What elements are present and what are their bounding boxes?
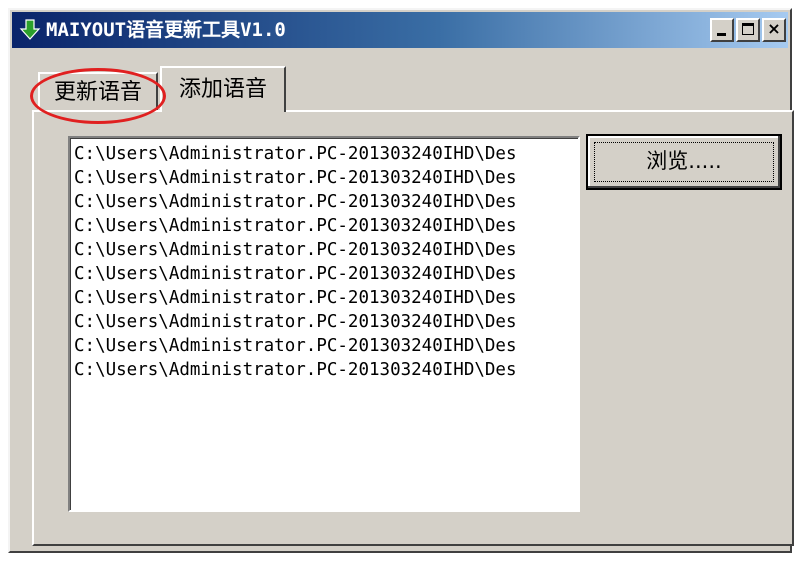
maximize-button[interactable] [736, 18, 760, 42]
tab-add-voice-label: 添加语音 [178, 77, 267, 102]
close-icon: × [767, 19, 781, 38]
tab-panel-add-voice: C:\Users\Administrator.PC-201303240IHD\D… [32, 110, 794, 546]
list-item[interactable]: C:\Users\Administrator.PC-201303240IHD\D… [74, 286, 578, 310]
list-item[interactable]: C:\Users\Administrator.PC-201303240IHD\D… [74, 214, 578, 238]
tab-update-voice-label: 更新语音 [53, 80, 142, 105]
close-button[interactable]: × [762, 18, 786, 42]
list-item[interactable]: C:\Users\Administrator.PC-201303240IHD\D… [74, 334, 578, 358]
minimize-icon [717, 33, 726, 36]
list-item[interactable]: C:\Users\Administrator.PC-201303240IHD\D… [74, 262, 578, 286]
list-item[interactable]: C:\Users\Administrator.PC-201303240IHD\D… [74, 358, 578, 382]
minimize-button[interactable] [710, 18, 734, 42]
list-item[interactable]: C:\Users\Administrator.PC-201303240IHD\D… [74, 142, 578, 166]
maximize-icon [742, 23, 754, 35]
app-window: MAIYOUT语音更新工具V1.0 × 更新语音 添加语音 C:\Users\A… [8, 8, 794, 553]
title-bar[interactable]: MAIYOUT语音更新工具V1.0 × [12, 12, 788, 48]
download-arrow-icon [19, 19, 41, 40]
browse-button[interactable]: 浏览..... [586, 134, 782, 190]
tab-add-voice[interactable]: 添加语音 [160, 66, 286, 112]
list-item[interactable]: C:\Users\Administrator.PC-201303240IHD\D… [74, 238, 578, 262]
tab-update-voice[interactable]: 更新语音 [38, 72, 158, 112]
window-title: MAIYOUT语音更新工具V1.0 [46, 19, 286, 41]
browse-button-label: 浏览..... [646, 149, 722, 173]
list-item[interactable]: C:\Users\Administrator.PC-201303240IHD\D… [74, 190, 578, 214]
list-item[interactable]: C:\Users\Administrator.PC-201303240IHD\D… [74, 166, 578, 190]
file-list[interactable]: C:\Users\Administrator.PC-201303240IHD\D… [68, 136, 580, 512]
list-item[interactable]: C:\Users\Administrator.PC-201303240IHD\D… [74, 310, 578, 334]
